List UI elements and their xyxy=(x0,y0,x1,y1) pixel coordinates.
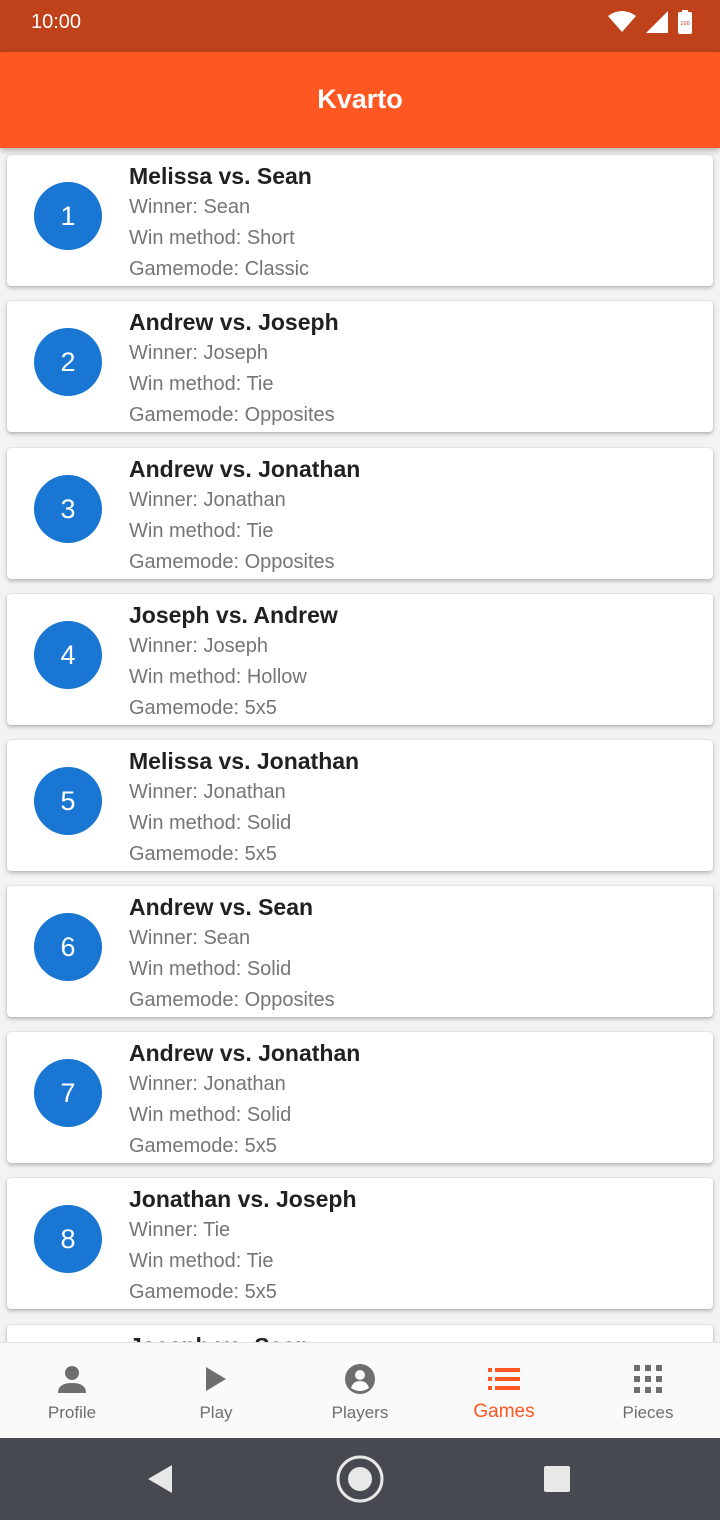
nav-label: Games xyxy=(473,1401,535,1422)
game-winner: Winner: Joseph xyxy=(129,635,268,657)
nav-item-pieces[interactable]: Pieces xyxy=(576,1343,720,1439)
game-winner: Winner: Jonathan xyxy=(129,489,286,511)
wifi-icon xyxy=(608,11,636,38)
nav-item-play[interactable]: Play xyxy=(144,1343,288,1439)
game-winner: Winner: Tie xyxy=(129,1219,231,1241)
battery-icon: 100 xyxy=(678,10,692,39)
game-number-avatar: 5 xyxy=(34,767,102,835)
nav-label: Profile xyxy=(47,1403,97,1422)
app-bar: Kvarto xyxy=(0,52,720,148)
game-title: Melissa vs. Jonathan xyxy=(129,748,360,774)
game-card[interactable]: 3 Andrew vs. Jonathan Winner: Jonathan W… xyxy=(7,448,713,579)
game-title: Jonathan vs. Joseph xyxy=(129,1186,357,1212)
game-title: Andrew vs. Joseph xyxy=(129,309,339,335)
game-win-method: Win method: Tie xyxy=(129,520,274,542)
game-number-avatar: 1 xyxy=(34,182,102,250)
game-card[interactable]: 5 Melissa vs. Jonathan Winner: Jonathan … xyxy=(7,740,713,871)
game-win-method: Win method: Short xyxy=(129,227,295,249)
game-card[interactable]: 8 Jonathan vs. Joseph Winner: Tie Win me… xyxy=(7,1178,713,1309)
game-title: Joseph vs. Andrew xyxy=(129,602,338,628)
game-card[interactable]: 6 Andrew vs. Sean Winner: Sean Win metho… xyxy=(7,886,713,1017)
home-icon[interactable] xyxy=(336,1455,384,1503)
recents-icon[interactable] xyxy=(533,1455,581,1503)
game-winner: Winner: Sean xyxy=(129,927,251,949)
game-title: Andrew vs. Jonathan xyxy=(129,456,361,482)
game-gamemode: Gamemode: Opposites xyxy=(129,404,335,426)
nav-label: Players xyxy=(331,1403,389,1422)
account-circle-icon xyxy=(344,1363,376,1395)
game-number-avatar: 3 xyxy=(34,475,102,543)
game-winner: Winner: Jonathan xyxy=(129,781,286,803)
list-icon xyxy=(488,1363,520,1395)
play-icon xyxy=(200,1363,232,1395)
game-number-avatar: 2 xyxy=(34,328,102,396)
nav-item-profile[interactable]: Profile xyxy=(0,1343,144,1439)
system-nav-bar xyxy=(0,1438,720,1520)
battery-text: 100 xyxy=(680,21,690,27)
game-gamemode: Gamemode: Opposites xyxy=(129,989,335,1011)
game-gamemode: Gamemode: 5x5 xyxy=(129,697,277,719)
game-winner: Winner: Jonathan xyxy=(129,1073,286,1095)
game-title: Andrew vs. Sean xyxy=(129,894,314,920)
nav-item-players[interactable]: Players xyxy=(288,1343,432,1439)
game-gamemode: Gamemode: Classic xyxy=(129,258,310,280)
game-card[interactable]: 9 Joseph vs. Sean xyxy=(7,1325,713,1342)
game-gamemode: Gamemode: Opposites xyxy=(129,551,335,573)
game-winner: Winner: Joseph xyxy=(129,342,268,364)
person-icon xyxy=(56,1363,88,1395)
status-time: 10:00 xyxy=(31,11,82,33)
game-title: Andrew vs. Jonathan xyxy=(129,1040,361,1066)
game-win-method: Win method: Tie xyxy=(129,1250,274,1272)
game-card[interactable]: 2 Andrew vs. Joseph Winner: Joseph Win m… xyxy=(7,301,713,432)
back-icon[interactable] xyxy=(136,1455,184,1503)
game-card[interactable]: 4 Joseph vs. Andrew Winner: Joseph Win m… xyxy=(7,594,713,725)
game-win-method: Win method: Solid xyxy=(129,812,292,834)
status-bar: 10:00 100 xyxy=(0,0,720,52)
game-win-method: Win method: Hollow xyxy=(129,666,307,688)
game-number-avatar: 4 xyxy=(34,621,102,689)
game-win-method: Win method: Solid xyxy=(129,958,292,980)
game-number-avatar: 8 xyxy=(34,1205,102,1273)
status-icons: 100 xyxy=(608,10,692,39)
game-card[interactable]: 1 Melissa vs. Sean Winner: Sean Win meth… xyxy=(7,155,713,286)
game-winner: Winner: Sean xyxy=(129,196,251,218)
game-title: Melissa vs. Sean xyxy=(129,163,312,189)
app-title: Kvarto xyxy=(317,84,403,114)
games-list[interactable]: 1 Melissa vs. Sean Winner: Sean Win meth… xyxy=(0,148,720,1342)
nav-item-games[interactable]: Games xyxy=(432,1343,576,1439)
game-gamemode: Gamemode: 5x5 xyxy=(129,843,277,865)
bottom-nav: Profile Play Players Games Pieces xyxy=(0,1342,720,1439)
game-win-method: Win method: Solid xyxy=(129,1104,292,1126)
grid-icon xyxy=(632,1363,664,1395)
signal-icon xyxy=(646,11,668,38)
game-gamemode: Gamemode: 5x5 xyxy=(129,1281,277,1303)
game-number-avatar: 7 xyxy=(34,1059,102,1127)
game-title: Joseph vs. Sean xyxy=(129,1333,309,1342)
nav-label: Pieces xyxy=(622,1403,674,1422)
nav-label: Play xyxy=(199,1403,233,1422)
game-number-avatar: 6 xyxy=(34,913,102,981)
game-gamemode: Gamemode: 5x5 xyxy=(129,1135,277,1157)
game-win-method: Win method: Tie xyxy=(129,373,274,395)
game-card[interactable]: 7 Andrew vs. Jonathan Winner: Jonathan W… xyxy=(7,1032,713,1163)
